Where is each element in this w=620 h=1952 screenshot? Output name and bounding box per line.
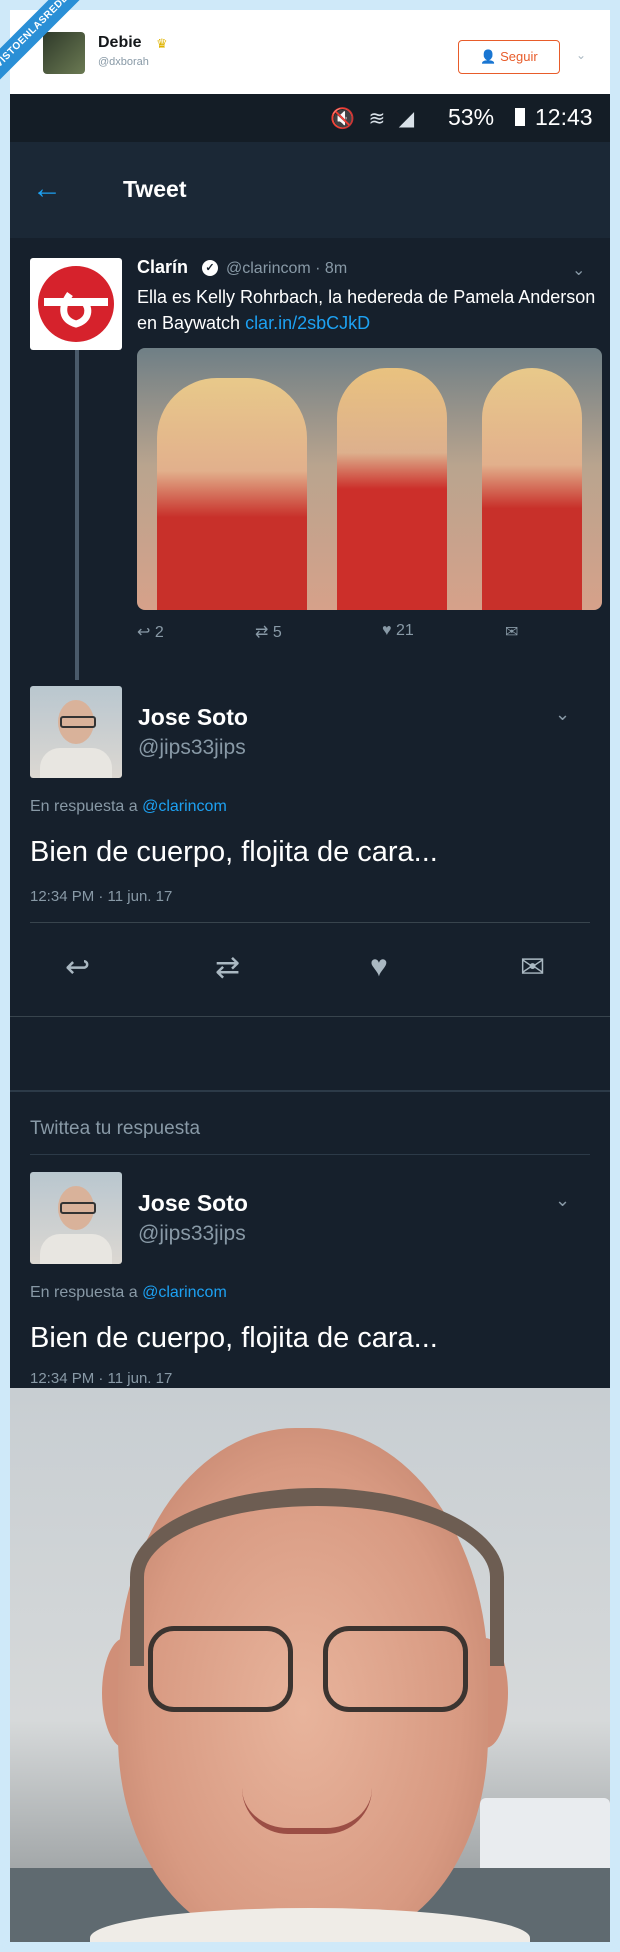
divider xyxy=(30,1154,590,1155)
quoted-tweet-link[interactable]: clar.in/2sbCJkD xyxy=(245,313,370,333)
quoted-author-name[interactable]: Clarín xyxy=(137,257,188,278)
tweet-author-card: Debie ♛ @dxborah 👤 Seguir ⌄ xyxy=(10,10,610,94)
photo-lens-right xyxy=(323,1626,468,1712)
share-dm-icon[interactable]: ✉ xyxy=(520,950,545,985)
clock: 12:43 xyxy=(535,104,593,130)
reply-input[interactable]: Twittea tu respuesta xyxy=(10,1098,610,1158)
author-avatar[interactable] xyxy=(43,32,85,74)
battery-level: 53% xyxy=(448,104,495,130)
lifeguard-figure-right xyxy=(482,368,582,610)
heart-icon: ♥ xyxy=(382,622,392,639)
divider xyxy=(30,922,590,923)
user-handle[interactable]: @jips33jips xyxy=(138,1222,246,1246)
photo-ship xyxy=(480,1798,610,1868)
follow-label: Seguir xyxy=(500,49,538,64)
share-dm-icon[interactable]: ✉ xyxy=(505,622,518,642)
retweet-icon: ⇄ xyxy=(255,624,269,641)
reply-icon: ↩ xyxy=(137,624,151,641)
avatar-shirt xyxy=(40,748,112,778)
reply-action[interactable]: ↩ 2 xyxy=(137,622,164,642)
tweet-body: Bien de cuerpo, flojita de cara... xyxy=(30,836,438,868)
follow-icon: 👤 xyxy=(480,49,497,64)
profile-photo xyxy=(10,1388,610,1942)
reply-to-prefix: En respuesta a xyxy=(30,1284,143,1301)
avatar-shirt xyxy=(40,1234,112,1264)
reply-to-line: En respuesta a @clarincom xyxy=(30,1284,227,1302)
reply-to-line: En respuesta a @clarincom xyxy=(30,798,227,816)
chevron-down-icon[interactable]: ⌄ xyxy=(555,1190,570,1211)
photo-glasses xyxy=(148,1626,468,1712)
retweet-count: 5 xyxy=(272,624,282,641)
tweet-timestamp: 12:34 PM · 11 jun. 17 xyxy=(30,888,173,905)
lifeguard-figure-center xyxy=(337,368,447,610)
follow-button[interactable]: 👤 Seguir xyxy=(458,40,560,74)
user-handle[interactable]: @jips33jips xyxy=(138,736,246,760)
quoted-author-handle[interactable]: @clarincom · 8m xyxy=(226,260,347,278)
screenshot-frame: Debie ♛ @dxborah 👤 Seguir ⌄ 🔇 ≋ ◢ 53% 12… xyxy=(10,10,610,1942)
tweet-timestamp: 12:34 PM · 11 jun. 17 xyxy=(30,1370,173,1387)
clarin-avatar[interactable] xyxy=(30,258,122,350)
divider xyxy=(10,1090,610,1092)
user-avatar[interactable] xyxy=(30,1172,122,1264)
heart-icon[interactable]: ♥ xyxy=(370,950,388,984)
chevron-down-icon[interactable]: ⌄ xyxy=(572,260,585,280)
like-count: 21 xyxy=(395,622,414,639)
reply-to-prefix: En respuesta a xyxy=(30,798,143,815)
reply-to-mention[interactable]: @clarincom xyxy=(142,1284,227,1301)
reply-icon[interactable]: ↩ xyxy=(65,950,90,985)
lifeguard-figure-left xyxy=(157,378,307,610)
divider xyxy=(10,1016,610,1017)
verified-badge-icon: ✓ xyxy=(202,260,218,276)
page-title: Tweet xyxy=(123,176,187,202)
tweet-body: Bien de cuerpo, flojita de cara... xyxy=(30,1322,438,1354)
crown-icon: ♛ xyxy=(156,36,168,51)
avatar-glasses xyxy=(60,1202,96,1214)
app-bar: ← Tweet xyxy=(10,142,610,238)
photo-lens-left xyxy=(148,1626,293,1712)
retweet-action[interactable]: ⇄ 5 xyxy=(255,622,282,642)
thread-connector xyxy=(75,350,79,680)
status-icons: 🔇 ≋ ◢ xyxy=(330,108,419,130)
like-action[interactable]: ♥ 21 xyxy=(382,622,414,640)
author-handle[interactable]: @dxborah xyxy=(98,56,149,68)
user-name[interactable]: Jose Soto xyxy=(138,1190,248,1217)
user-avatar[interactable] xyxy=(30,686,122,778)
user-name[interactable]: Jose Soto xyxy=(138,704,248,731)
back-arrow-icon[interactable]: ← xyxy=(32,172,62,206)
quoted-tweet-actions: ↩ 2 ⇄ 5 ♥ 21 ✉ xyxy=(137,622,602,652)
status-bar: 🔇 ≋ ◢ 53% 12:43 xyxy=(10,94,610,142)
battery-icon xyxy=(515,108,525,126)
quoted-tweet-image[interactable] xyxy=(137,348,602,610)
chevron-down-icon[interactable]: ⌄ xyxy=(576,48,586,62)
author-name[interactable]: Debie xyxy=(98,34,142,52)
reply-count: 2 xyxy=(154,624,164,641)
retweet-icon[interactable]: ⇄ xyxy=(215,950,240,985)
reply-placeholder: Twittea tu respuesta xyxy=(30,1118,201,1139)
chevron-down-icon[interactable]: ⌄ xyxy=(555,704,570,725)
avatar-glasses xyxy=(60,716,96,728)
quoted-tweet-text: Ella es Kelly Rohrbach, la hedereda de P… xyxy=(137,284,602,336)
reply-to-mention[interactable]: @clarincom xyxy=(142,798,227,815)
tweet-actions: ↩ ⇄ ♥ ✉ xyxy=(10,950,610,1010)
